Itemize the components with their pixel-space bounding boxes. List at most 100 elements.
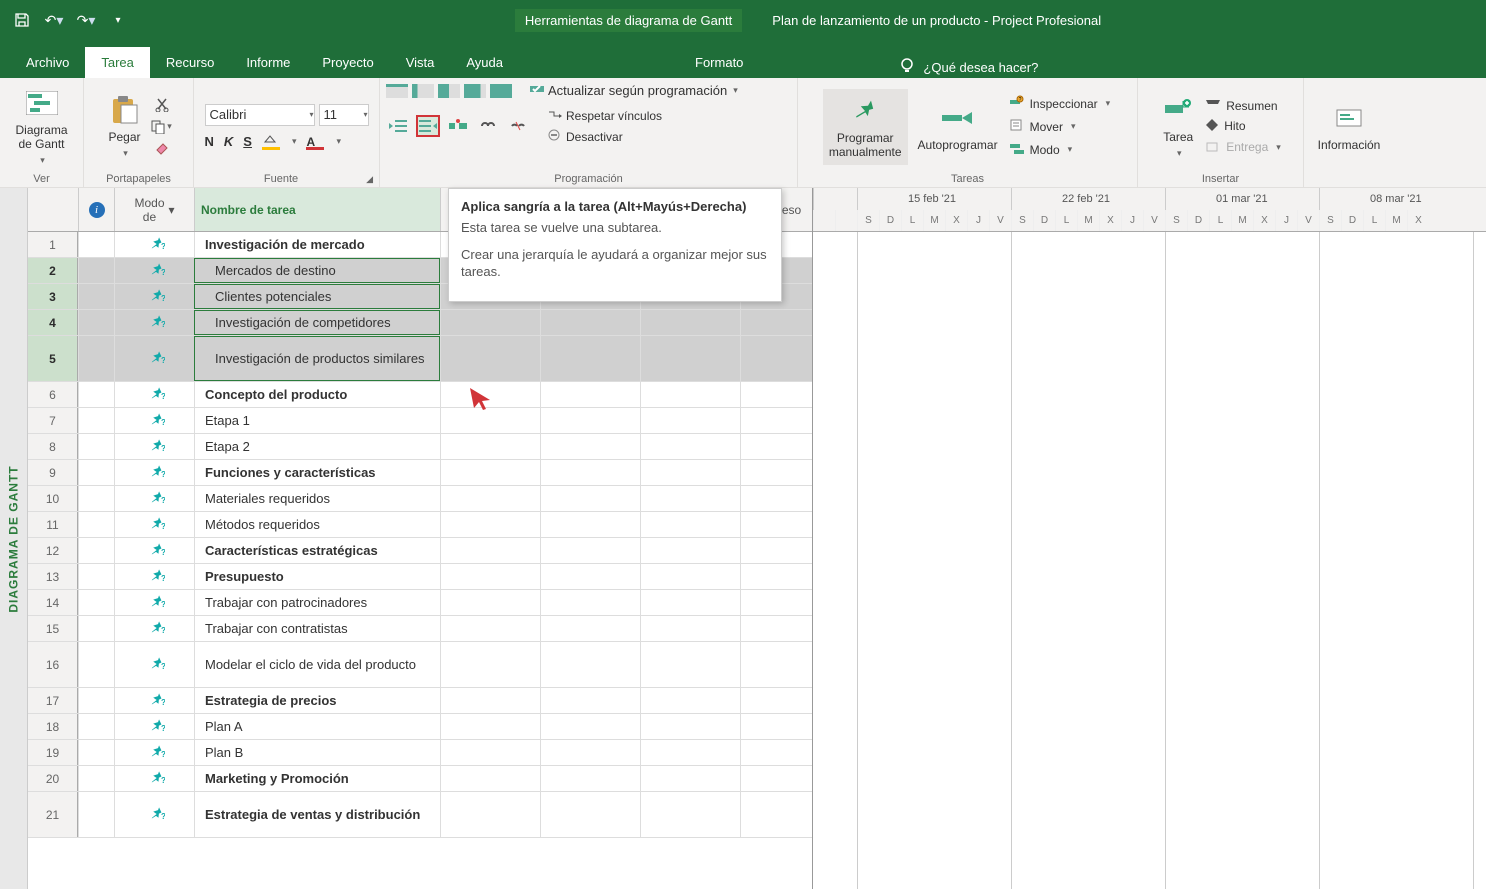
tab-proyecto[interactable]: Proyecto: [306, 47, 389, 78]
table-row[interactable]: 8?Etapa 2: [28, 434, 812, 460]
mode-cell[interactable]: ?: [114, 714, 194, 739]
task-name-cell[interactable]: Funciones y características: [194, 460, 440, 485]
task-name-cell[interactable]: Métodos requeridos: [194, 512, 440, 537]
mode-cell[interactable]: ?: [114, 284, 194, 309]
indent-button[interactable]: [416, 115, 440, 137]
cell[interactable]: [540, 310, 640, 335]
cell[interactable]: [740, 538, 812, 563]
task-name-cell[interactable]: Etapa 2: [194, 434, 440, 459]
pct-75-icon[interactable]: [464, 84, 486, 98]
cell[interactable]: [640, 408, 740, 433]
tab-formato[interactable]: Formato: [679, 47, 759, 78]
link-tasks-icon[interactable]: [476, 115, 500, 137]
row-number[interactable]: 12: [28, 538, 78, 563]
header-rownum[interactable]: [28, 188, 78, 231]
cell[interactable]: [640, 310, 740, 335]
modo-button[interactable]: Modo ▾: [1008, 140, 1113, 159]
cell[interactable]: [440, 310, 540, 335]
info-cell[interactable]: [78, 564, 114, 589]
cell[interactable]: [440, 460, 540, 485]
save-icon[interactable]: [10, 8, 34, 32]
split-task-icon[interactable]: [446, 115, 470, 137]
tab-archivo[interactable]: Archivo: [10, 47, 85, 78]
row-number[interactable]: 10: [28, 486, 78, 511]
row-number[interactable]: 19: [28, 740, 78, 765]
autoprogramar-button[interactable]: Autoprogramar: [914, 100, 1002, 154]
cell[interactable]: [740, 740, 812, 765]
cell[interactable]: [640, 460, 740, 485]
fuente-dialog-launcher-icon[interactable]: ◢: [366, 174, 373, 185]
row-number[interactable]: 6: [28, 382, 78, 407]
gantt-chart[interactable]: 15 feb '2122 feb '2101 mar '2108 mar '21…: [813, 188, 1486, 889]
cell[interactable]: [540, 564, 640, 589]
redo-icon[interactable]: ↷ ▾: [74, 8, 98, 32]
cell[interactable]: [440, 434, 540, 459]
mode-cell[interactable]: ?: [114, 408, 194, 433]
table-row[interactable]: 10?Materiales requeridos: [28, 486, 812, 512]
unlink-tasks-icon[interactable]: [506, 115, 530, 137]
header-info[interactable]: i: [78, 188, 114, 231]
task-name-cell[interactable]: Modelar el ciclo de vida del producto: [194, 642, 440, 687]
task-name-cell[interactable]: Plan B: [194, 740, 440, 765]
task-name-cell[interactable]: Investigación de productos similares: [194, 336, 440, 381]
respetar-vinculos-button[interactable]: Respetar vínculos: [546, 107, 664, 124]
hito-button[interactable]: Hito: [1204, 118, 1283, 135]
cell[interactable]: [740, 616, 812, 641]
task-name-cell[interactable]: Materiales requeridos: [194, 486, 440, 511]
task-name-cell[interactable]: Plan A: [194, 714, 440, 739]
cell[interactable]: [740, 642, 812, 687]
mode-cell[interactable]: ?: [114, 564, 194, 589]
row-number[interactable]: 3: [28, 284, 78, 309]
informacion-button[interactable]: Información: [1314, 100, 1385, 154]
programar-manualmente-button[interactable]: Programar manualmente: [823, 89, 908, 165]
mode-cell[interactable]: ?: [114, 642, 194, 687]
cell[interactable]: [540, 792, 640, 837]
entrega-button[interactable]: Entrega ▾: [1204, 139, 1283, 156]
info-cell[interactable]: [78, 486, 114, 511]
info-cell[interactable]: [78, 512, 114, 537]
mode-cell[interactable]: ?: [114, 512, 194, 537]
cell[interactable]: [740, 792, 812, 837]
row-number[interactable]: 13: [28, 564, 78, 589]
cell[interactable]: [640, 512, 740, 537]
cell[interactable]: [640, 642, 740, 687]
table-row[interactable]: 18?Plan A: [28, 714, 812, 740]
desactivar-button[interactable]: Desactivar: [546, 128, 664, 145]
row-number[interactable]: 7: [28, 408, 78, 433]
cell[interactable]: [640, 538, 740, 563]
cell[interactable]: [640, 564, 740, 589]
cell[interactable]: [740, 590, 812, 615]
cell[interactable]: [740, 310, 812, 335]
tell-me-search[interactable]: ¿Qué desea hacer?: [899, 57, 1038, 78]
inspeccionar-button[interactable]: ?Inspeccionar ▾: [1008, 94, 1113, 113]
actualizar-segun-button[interactable]: Actualizar según programación ▾: [528, 82, 740, 99]
task-name-cell[interactable]: Mercados de destino: [194, 258, 440, 283]
table-row[interactable]: 19?Plan B: [28, 740, 812, 766]
cell[interactable]: [440, 512, 540, 537]
pct-50-icon[interactable]: [438, 84, 460, 98]
task-name-cell[interactable]: Estrategia de precios: [194, 688, 440, 713]
mode-cell[interactable]: ?: [114, 688, 194, 713]
table-row[interactable]: 5?Investigación de productos similares: [28, 336, 812, 382]
row-number[interactable]: 2: [28, 258, 78, 283]
tab-vista[interactable]: Vista: [390, 47, 451, 78]
cell[interactable]: [640, 688, 740, 713]
cell[interactable]: [540, 538, 640, 563]
task-name-cell[interactable]: Concepto del producto: [194, 382, 440, 407]
info-cell[interactable]: [78, 616, 114, 641]
task-name-cell[interactable]: Investigación de mercado: [194, 232, 440, 257]
pegar-button[interactable]: Pegar ▾: [104, 92, 144, 161]
header-mode[interactable]: Modo de ▾: [114, 188, 194, 231]
mode-cell[interactable]: ?: [114, 460, 194, 485]
mover-button[interactable]: Mover ▾: [1008, 117, 1113, 136]
tab-tarea[interactable]: Tarea: [85, 47, 150, 78]
info-cell[interactable]: [78, 258, 114, 283]
cell[interactable]: [740, 382, 812, 407]
info-cell[interactable]: [78, 714, 114, 739]
mode-cell[interactable]: ?: [114, 616, 194, 641]
cell[interactable]: [440, 766, 540, 791]
percent-complete-buttons[interactable]: [386, 84, 512, 98]
cell[interactable]: [640, 740, 740, 765]
row-number[interactable]: 8: [28, 434, 78, 459]
mode-cell[interactable]: ?: [114, 538, 194, 563]
